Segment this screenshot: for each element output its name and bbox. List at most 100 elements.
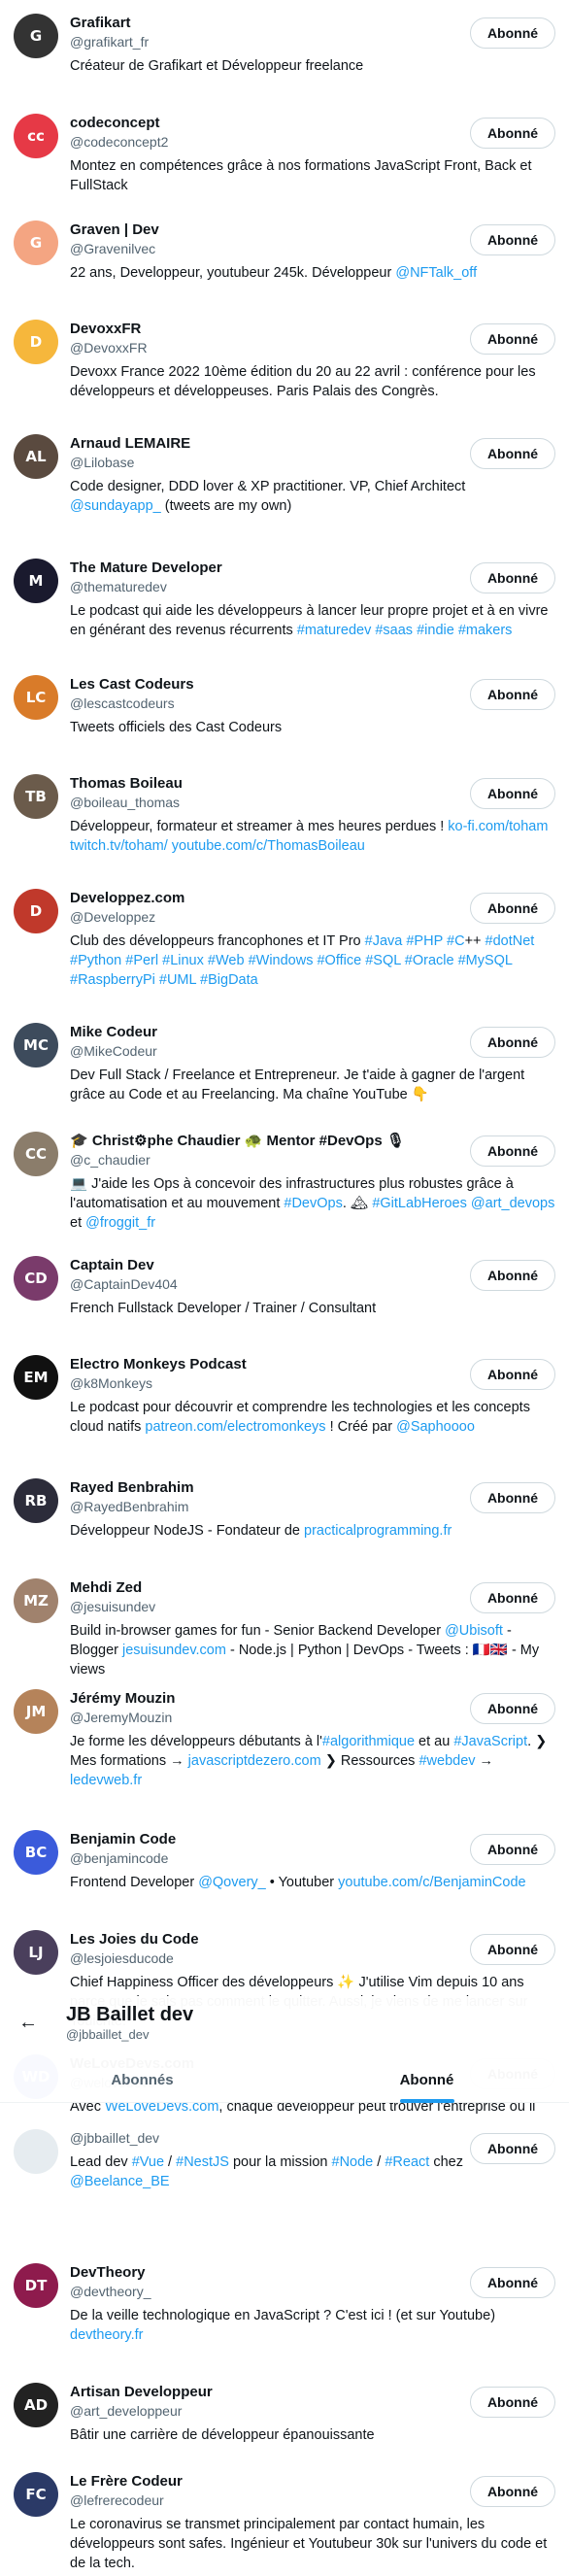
user-handle[interactable]: @k8Monkeys — [70, 1374, 449, 1393]
bio-link[interactable]: twitch.tv/toham/ — [70, 838, 168, 854]
user-handle[interactable]: @devtheory_ — [70, 2283, 449, 2301]
avatar[interactable]: MC — [14, 1023, 58, 1068]
user-handle[interactable]: @lesjoiesducode — [70, 1949, 449, 1968]
following-button[interactable]: Abonné — [470, 1027, 555, 1058]
bio-link[interactable]: jesuisundev.com — [122, 1643, 226, 1658]
bio-link[interactable]: #Web — [208, 953, 245, 968]
avatar[interactable]: LC — [14, 675, 58, 720]
user-row[interactable]: BC Benjamin Code @benjamincode Frontend Dev… — [0, 1816, 569, 1904]
avatar[interactable]: CC — [14, 1132, 58, 1176]
user-handle[interactable]: @lescastcodeurs — [70, 695, 449, 713]
avatar[interactable]: CD — [14, 1256, 58, 1301]
user-name[interactable]: codeconcept — [70, 114, 449, 133]
user-name[interactable]: The Mature Developer — [70, 559, 449, 578]
following-button[interactable]: Abonné — [470, 679, 555, 710]
bio-link[interactable]: #Office — [317, 953, 361, 968]
following-button[interactable]: Abonné — [470, 893, 555, 924]
following-button[interactable]: Abonné — [470, 1693, 555, 1724]
bio-link[interactable]: youtube.com/c/ThomasBoileau — [172, 838, 365, 854]
user-handle[interactable]: @jesuisundev — [70, 1598, 449, 1616]
user-handle[interactable]: @lefrerecodeur — [70, 2491, 449, 2510]
following-button[interactable]: Abonné — [470, 562, 555, 593]
user-row[interactable]: JM Jérémy Mouzin @JeremyMouzin Je forme les… — [0, 1676, 569, 1802]
bio-link[interactable]: #webdev — [418, 1753, 475, 1769]
user-handle[interactable]: @JeremyMouzin — [70, 1709, 449, 1727]
bio-link[interactable]: #DevOps — [284, 1196, 342, 1211]
bio-link[interactable]: #SQL — [365, 953, 401, 968]
user-name[interactable]: Arnaud LEMAIRE — [70, 434, 449, 454]
user-name[interactable]: Electro Monkeys Podcast — [70, 1355, 449, 1374]
bio-link[interactable]: patreon.com/electromonkeys — [145, 1419, 325, 1435]
bio-link[interactable]: ledevweb.fr — [70, 1773, 142, 1788]
avatar[interactable]: G — [14, 14, 58, 58]
bio-link[interactable]: #Oracle — [405, 953, 454, 968]
following-button[interactable]: Abonné — [470, 1260, 555, 1291]
user-handle[interactable]: @c_chaudier — [70, 1151, 449, 1169]
bio-link[interactable]: @froggit_fr — [85, 1215, 155, 1231]
user-handle[interactable]: @boileau_thomas — [70, 794, 449, 812]
bio-link[interactable]: @Ubisoft — [445, 1623, 503, 1639]
user-row[interactable]: CD Captain Dev @CaptainDev404 French Fullst… — [0, 1242, 569, 1330]
bio-link[interactable]: #Perl — [125, 953, 158, 968]
bio-link[interactable]: @sundayapp_ — [70, 498, 161, 514]
user-handle[interactable]: @thematuredev — [70, 578, 449, 596]
bio-link[interactable]: youtube.com/c/BenjaminCode — [338, 1875, 525, 1890]
bio-link[interactable]: #algorithmique — [322, 1734, 415, 1749]
bio-link[interactable]: @Saphoooo — [396, 1419, 475, 1435]
bio-link[interactable]: @Beelance_BE — [70, 2174, 170, 2189]
user-handle[interactable]: @DevoxxFR — [70, 339, 449, 357]
avatar[interactable]: cc — [14, 114, 58, 158]
user-row[interactable]: D DevoxxFR @DevoxxFR Devoxx France 2022 10è… — [0, 306, 569, 413]
bio-link[interactable]: #RaspberryPi — [70, 972, 155, 988]
user-name[interactable]: Grafikart — [70, 14, 449, 33]
avatar[interactable]: MZ — [14, 1578, 58, 1623]
user-row[interactable]: CC 🎓 Christ⚙phe Chaudier 🐢 Mentor #DevOps… — [0, 1118, 569, 1244]
following-button[interactable]: Abonné — [470, 438, 555, 469]
bio-link[interactable]: #MySQL — [458, 953, 513, 968]
following-button[interactable]: Abonné — [470, 323, 555, 355]
following-button[interactable]: Abonné — [470, 2133, 555, 2164]
user-row[interactable]: RB Rayed Benbrahim @RayedBenbrahim Développ… — [0, 1465, 569, 1552]
avatar[interactable]: AL — [14, 434, 58, 479]
avatar[interactable]: BC — [14, 1830, 58, 1875]
bio-link[interactable]: practicalprogramming.fr — [304, 1523, 452, 1539]
user-row[interactable]: M The Mature Developer @thematuredev Le pod… — [0, 545, 569, 652]
user-row[interactable]: DT DevTheory @devtheory_ De la veille techn… — [0, 2250, 569, 2356]
bio-link[interactable]: #C — [447, 933, 465, 949]
following-button[interactable]: Abonné — [470, 2267, 555, 2298]
bio-link[interactable]: ko-fi.com/toham — [448, 819, 548, 834]
bio-link[interactable]: #JavaScript — [453, 1734, 527, 1749]
user-row[interactable]: AL Arnaud LEMAIRE @Lilobase Code designer, … — [0, 421, 569, 527]
tab-followers[interactable]: Abonnés — [0, 2056, 284, 2103]
avatar[interactable]: FC — [14, 2472, 58, 2517]
avatar[interactable]: AD — [14, 2383, 58, 2427]
user-row[interactable]: TB Thomas Boileau @boileau_thomas Développe… — [0, 761, 569, 867]
following-button[interactable]: Abonné — [470, 778, 555, 809]
avatar[interactable]: DT — [14, 2263, 58, 2308]
user-name[interactable]: Les Joies du Code — [70, 1930, 449, 1949]
avatar[interactable]: D — [14, 889, 58, 933]
following-button[interactable]: Abonné — [470, 224, 555, 255]
bio-link[interactable]: #indie — [417, 623, 454, 638]
avatar[interactable]: G — [14, 220, 58, 265]
bio-link[interactable]: #saas — [375, 623, 413, 638]
following-button[interactable]: Abonné — [470, 2476, 555, 2507]
user-row[interactable]: LC Les Cast Codeurs @lescastcodeurs Tweets … — [0, 661, 569, 749]
avatar[interactable]: LJ — [14, 1930, 58, 1975]
user-row[interactable]: AD Artisan Developpeur @art_developpeur Bât… — [0, 2369, 569, 2457]
user-name[interactable]: Jérémy Mouzin — [70, 1689, 449, 1709]
bio-link[interactable]: @NFTalk_off — [395, 265, 477, 281]
bio-link[interactable]: javascriptdezero.com — [188, 1753, 321, 1769]
user-name[interactable]: Benjamin Code — [70, 1830, 449, 1849]
bio-link[interactable]: #Node — [332, 2154, 374, 2170]
user-name[interactable]: Le Frère Codeur — [70, 2472, 449, 2491]
user-handle[interactable]: @RayedBenbrahim — [70, 1498, 449, 1516]
user-name[interactable]: Rayed Benbrahim — [70, 1478, 449, 1498]
user-handle[interactable]: @codeconcept2 — [70, 133, 449, 152]
following-button[interactable]: Abonné — [470, 1834, 555, 1865]
user-name[interactable]: DevoxxFR — [70, 320, 449, 339]
avatar[interactable]: RB — [14, 1478, 58, 1523]
arrow-left-icon[interactable]: ← — [14, 2008, 43, 2037]
user-row[interactable]: MZ Mehdi Zed @jesuisundev Build in-browser … — [0, 1565, 569, 1691]
bio-link[interactable]: #BigData — [200, 972, 258, 988]
